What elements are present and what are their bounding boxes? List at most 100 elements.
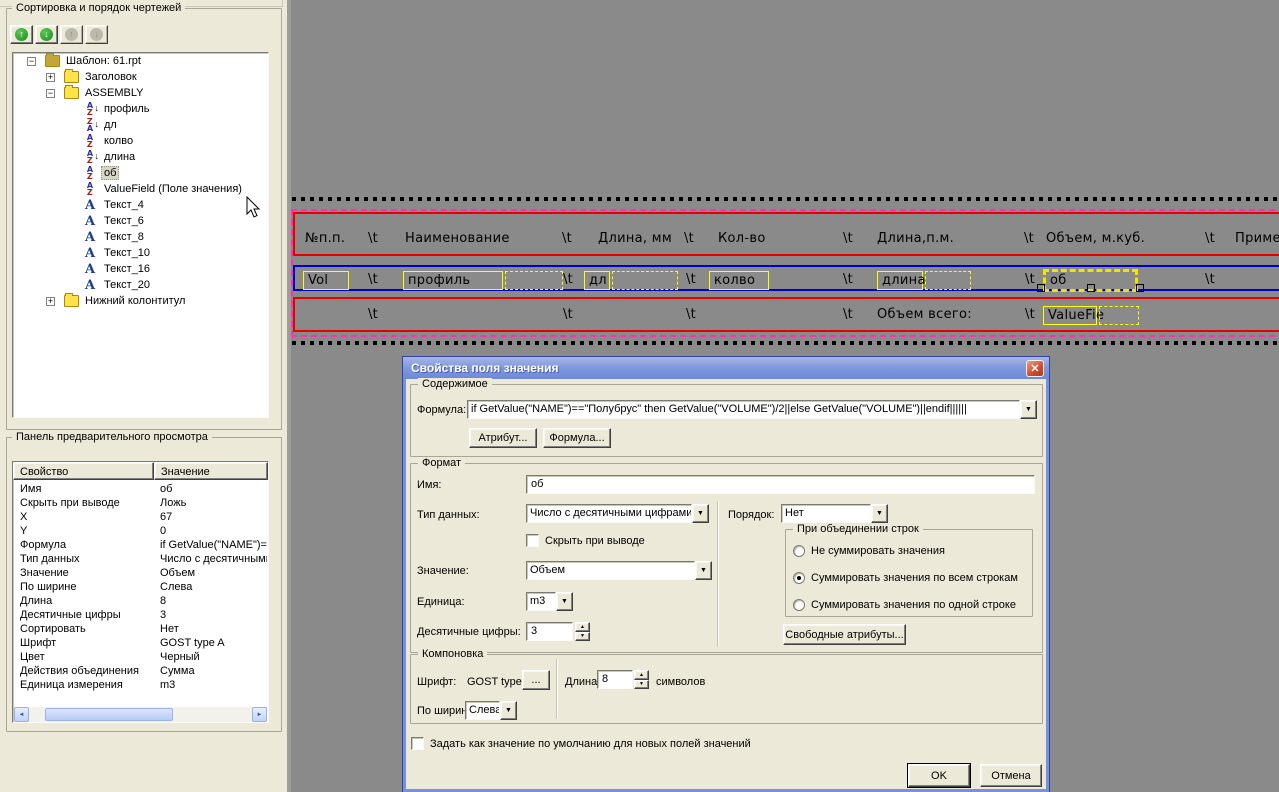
order-combobox[interactable]: Нет ▼ [781,504,888,523]
chevron-down-icon[interactable]: ▼ [692,504,709,523]
tree-item-label[interactable]: Текст_4 [101,198,147,212]
order-value[interactable]: Нет [781,504,871,523]
tree-item-label[interactable]: Заголовок [82,70,140,84]
tree-item-label[interactable]: колво [101,134,136,148]
tree-item[interactable]: AZ↓профиль [13,101,268,117]
property-row[interactable]: По ширинеСлева [14,581,267,595]
tree-expander-icon[interactable]: − [46,89,55,98]
scroll-right-icon[interactable]: ► [252,707,267,722]
property-row[interactable]: СортироватьНет [14,623,267,637]
chevron-down-icon[interactable]: ▼ [695,561,712,580]
merge-radio[interactable] [793,545,805,557]
report-field[interactable]: дл [584,271,610,290]
chevron-down-icon[interactable]: ▼ [871,504,888,523]
property-row[interactable]: Скрыть при выводеЛожь [14,497,267,511]
move-up-button[interactable]: ↑ [10,25,33,44]
tree-item[interactable]: AТекст_6 [13,213,268,229]
tree-item-label[interactable]: ValueField (Поле значения) [101,182,245,196]
dialog-titlebar[interactable]: Свойства поля значения [403,357,1049,379]
value-column-header[interactable]: Значение [154,462,268,480]
report-field[interactable]: колво [709,271,769,290]
move-down-button[interactable]: ↓ [35,25,58,44]
align-value[interactable]: Слева [465,701,500,720]
align-combobox[interactable]: Слева ▼ [465,701,517,720]
tree-item[interactable]: AТекст_20 [13,277,268,293]
tree-item-label[interactable]: Текст_6 [101,214,147,228]
scrollbar-track[interactable] [29,707,252,722]
tree-item[interactable]: AZ↓длина [13,149,268,165]
decimals-spinner[interactable]: ▲ ▼ [575,622,590,641]
tree-item-label[interactable]: дл [101,118,120,132]
selection-handle[interactable] [1037,284,1045,292]
merge-radio-label[interactable]: Суммировать значения по всем строкам [811,572,1018,584]
tree-item-label[interactable]: Текст_10 [101,246,153,260]
tree-item[interactable]: − Шаблон: 61.rpt [13,53,268,69]
property-row[interactable]: Формулаif GetValue("NAME")== [14,539,267,553]
unit-value[interactable]: m3 [526,592,556,611]
tree-item[interactable]: + Нижний колонтитул [13,293,268,309]
set-default-checkbox[interactable] [411,737,424,750]
length-spinner[interactable]: ▲ ▼ [634,670,649,689]
property-grid-hscrollbar[interactable]: ◄ ► [14,707,267,722]
merge-radio[interactable] [793,572,805,584]
formula-combobox[interactable]: if GetValue("NAME")=="Полубрус" then Get… [467,400,1037,419]
tree-item[interactable]: − ASSEMBLY [13,85,268,101]
chevron-down-icon[interactable]: ▼ [500,701,517,720]
font-browse-button[interactable]: ... [522,670,550,690]
tree-item-label[interactable]: Текст_16 [101,262,153,276]
formula-button[interactable]: Формула... [543,428,611,448]
property-row[interactable]: Длина8 [14,595,267,609]
spinner-down-icon[interactable]: ▼ [575,632,590,642]
decimals-field[interactable]: 3 [526,622,573,641]
tree-expander-icon[interactable]: − [27,57,36,66]
tree-item[interactable]: ZA↓дл [13,117,268,133]
property-row[interactable]: X67 [14,511,267,525]
property-row[interactable]: Имяоб [14,483,267,497]
tree-item[interactable]: + Заголовок [13,69,268,85]
scrollbar-thumb[interactable] [45,708,173,721]
property-row[interactable]: Y0 [14,525,267,539]
spinner-up-icon[interactable]: ▲ [634,670,649,680]
merge-radio-label[interactable]: Суммировать значения по одной строке [811,599,1016,611]
property-row[interactable]: Действия объединенияСумма [14,665,267,679]
selection-handle[interactable] [1136,284,1144,292]
tree-item-label[interactable]: Нижний колонтитул [82,294,188,308]
unit-combobox[interactable]: m3 ▼ [526,592,573,611]
merge-radio-label[interactable]: Не суммировать значения [811,545,945,557]
tree-item[interactable]: AТекст_10 [13,245,268,261]
tree-item-label[interactable]: Шаблон: 61.rpt [63,54,144,68]
datatype-value[interactable]: Число с десятичными цифрами [526,504,692,523]
tree-item-label[interactable]: ASSEMBLY [82,86,147,100]
tree-item[interactable]: AZколво [13,133,268,149]
value-combobox[interactable]: Объем ▼ [526,561,712,580]
ok-button[interactable]: OK [908,764,970,787]
value-value[interactable]: Объем [526,561,695,580]
report-field[interactable]: длина [877,271,923,290]
spinner-down-icon[interactable]: ▼ [634,680,649,690]
property-row[interactable]: ЦветЧерный [14,651,267,665]
property-row[interactable]: ЗначениеОбъем [14,567,267,581]
tree-item-label[interactable]: Текст_20 [101,278,153,292]
chevron-down-icon[interactable]: ▼ [1020,400,1037,419]
property-row[interactable]: Единица измеренияm3 [14,679,267,693]
tree-expander-icon[interactable]: + [46,73,55,82]
report-field[interactable]: профиль [403,271,503,290]
tree-expander-icon[interactable]: + [46,297,55,306]
cancel-button[interactable]: Отмена [980,764,1042,787]
property-row[interactable]: ШрифтGOST type A [14,637,267,651]
tree-item[interactable]: AТекст_4 [13,197,268,213]
spinner-up-icon[interactable]: ▲ [575,622,590,632]
tree-item-label[interactable]: длина [101,150,138,164]
tree-item[interactable]: AZValueField (Поле значения) [13,181,268,197]
report-field[interactable]: ValueFie [1043,306,1097,325]
formula-value[interactable]: if GetValue("NAME")=="Полубрус" then Get… [467,400,1020,419]
tree-item[interactable]: AТекст_16 [13,261,268,277]
close-icon[interactable]: ✕ [1026,360,1044,377]
tree-item-label[interactable]: Текст_8 [101,230,147,244]
scroll-left-icon[interactable]: ◄ [14,707,29,722]
hide-on-output-checkbox[interactable] [526,534,539,547]
selection-handle[interactable] [1087,284,1095,292]
chevron-down-icon[interactable]: ▼ [556,592,573,611]
merge-radio[interactable] [793,599,805,611]
property-row[interactable]: Десятичные цифры3 [14,609,267,623]
